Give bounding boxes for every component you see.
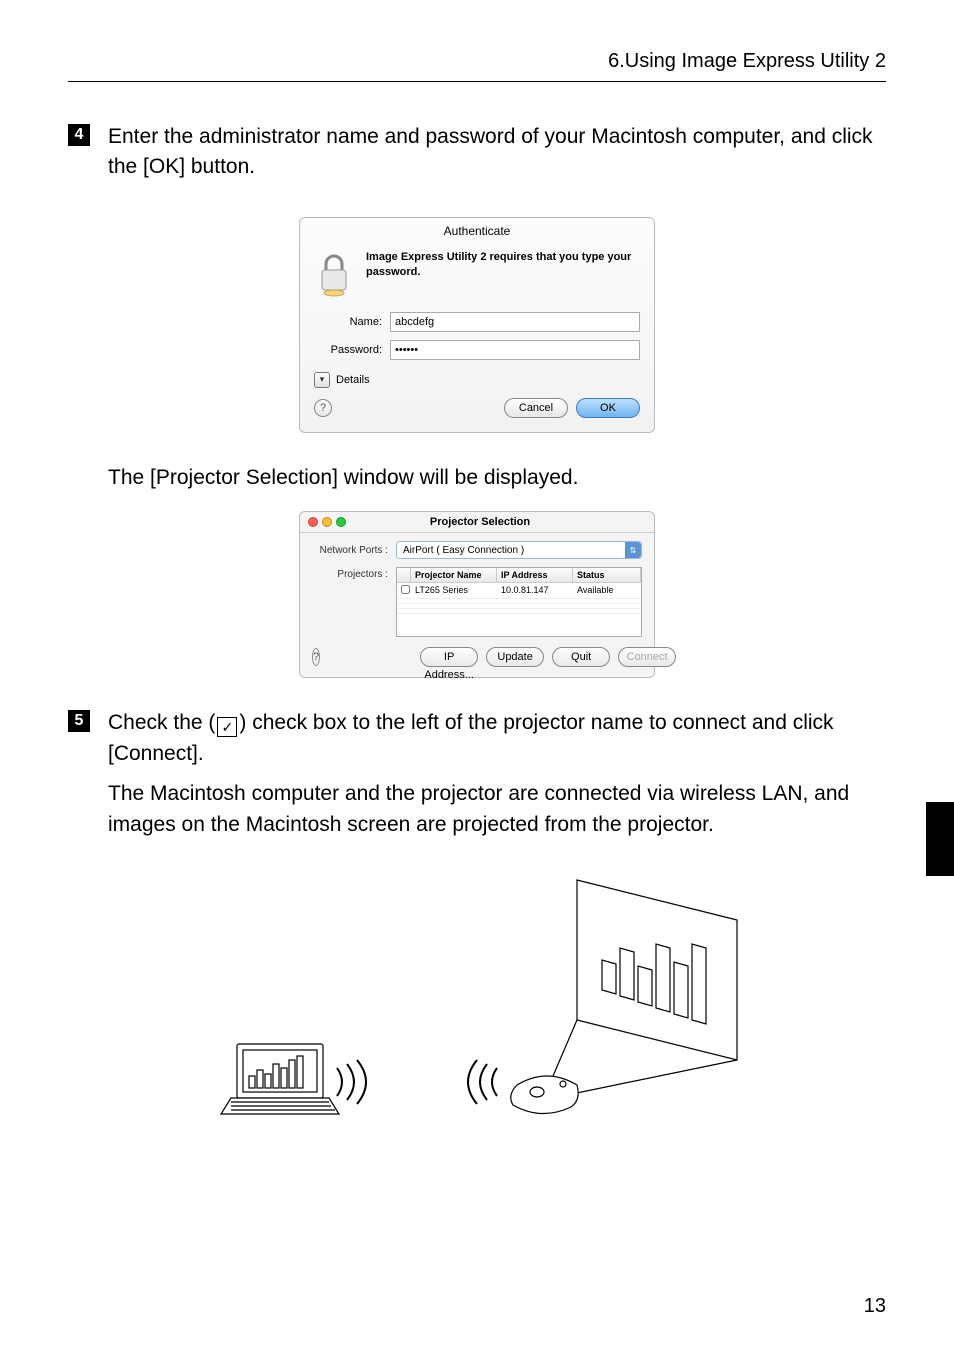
help-icon[interactable]: ? [312, 648, 320, 666]
details-disclosure-icon[interactable]: ▾ [314, 372, 330, 388]
step-number-4: 4 [68, 124, 90, 146]
cell-status: Available [573, 583, 641, 598]
projectors-table: Projector Name IP Address Status LT265 S… [396, 567, 642, 637]
update-button[interactable]: Update [486, 647, 544, 667]
checkbox-icon: ✓ [217, 717, 237, 737]
help-icon[interactable]: ? [314, 399, 332, 417]
projector-selection-window: Projector Selection Network Ports : AirP… [299, 511, 655, 678]
network-ports-value: AirPort ( Easy Connection ) [403, 545, 524, 556]
authenticate-dialog: Authenticate Image Express Utility 2 req… [299, 217, 655, 433]
table-row[interactable]: LT265 Series 10.0.81.147 Available [397, 583, 641, 599]
cancel-button[interactable]: Cancel [504, 398, 568, 418]
dropdown-arrows-icon: ⇅ [625, 542, 641, 558]
wireless-projection-illustration [197, 870, 757, 1130]
details-label[interactable]: Details [336, 374, 370, 386]
step-5-text: Check the (✓) check box to the left of t… [108, 708, 886, 769]
step-4-result-text: The [Projector Selection] window will be… [108, 463, 886, 493]
ok-button[interactable]: OK [576, 398, 640, 418]
name-field[interactable] [390, 312, 640, 332]
projector-checkbox[interactable] [401, 585, 410, 594]
auth-title: Authenticate [300, 224, 654, 244]
auth-message: Image Express Utility 2 requires that yo… [366, 250, 640, 280]
page-number: 13 [864, 1295, 886, 1318]
ip-address-button[interactable]: IP Address... [420, 647, 478, 667]
col-ip-address: IP Address [497, 568, 573, 582]
col-projector-name: Projector Name [411, 568, 497, 582]
password-label: Password: [314, 344, 390, 356]
step-5-para: The Macintosh computer and the projector… [108, 779, 886, 840]
col-status: Status [573, 568, 641, 582]
network-ports-label: Network Ports : [312, 545, 396, 556]
step-4-text: Enter the administrator name and passwor… [108, 122, 886, 183]
projector-window-title: Projector Selection [314, 516, 646, 528]
lock-icon [314, 250, 354, 298]
projectors-label: Projectors : [312, 567, 396, 637]
step-4: 4 Enter the administrator name and passw… [68, 122, 886, 193]
step-number-5: 5 [68, 710, 90, 732]
quit-button[interactable]: Quit [552, 647, 610, 667]
network-ports-select[interactable]: AirPort ( Easy Connection ) ⇅ [396, 541, 642, 559]
side-tab [926, 802, 954, 876]
step-5: 5 Check the (✓) check box to the left of… [68, 708, 886, 850]
cell-ip: 10.0.81.147 [497, 583, 573, 598]
cell-projector-name: LT265 Series [411, 583, 497, 598]
connect-button[interactable]: Connect [618, 647, 676, 667]
password-field[interactable] [390, 340, 640, 360]
chapter-header: 6.Using Image Express Utility 2 [68, 50, 886, 82]
name-label: Name: [314, 316, 390, 328]
